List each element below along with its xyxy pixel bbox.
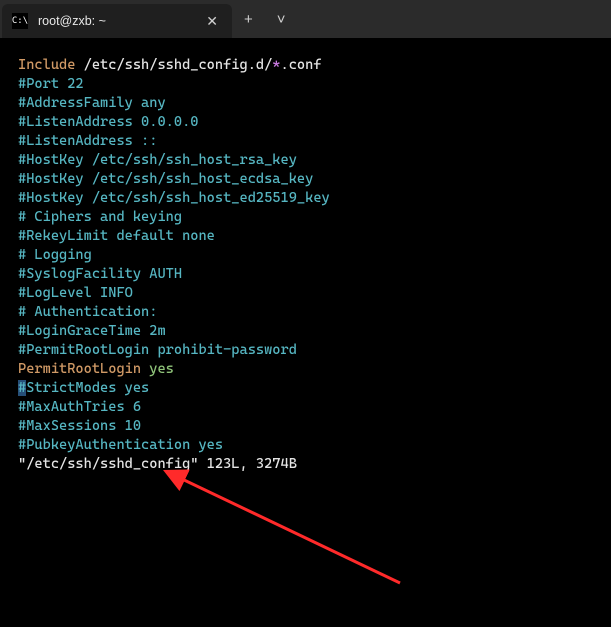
config-line: #HostKey /etc/ssh/ssh_host_ecdsa_key: [18, 170, 605, 189]
config-line: #ListenAddress ::: [18, 132, 605, 151]
config-line: #LoginGraceTime 2m: [18, 322, 605, 341]
config-line: #PermitRootLogin prohibit-password: [18, 341, 605, 360]
tab-dropdown-button[interactable]: ˅: [265, 10, 298, 29]
terminal-content[interactable]: Include /etc/ssh/sshd_config.d/*.conf #P…: [0, 38, 611, 627]
editor-status-line: "/etc/ssh/sshd_config" 123L, 3274B: [18, 455, 605, 474]
config-line: # Logging: [18, 246, 605, 265]
config-line: # Authentication:: [18, 303, 605, 322]
terminal-icon: C:\: [12, 13, 28, 29]
config-line: #StrictModes yes: [18, 379, 605, 398]
config-line: #ListenAddress 0.0.0.0: [18, 113, 605, 132]
config-line: #LogLevel INFO: [18, 284, 605, 303]
config-line: Include /etc/ssh/sshd_config.d/*.conf: [18, 56, 605, 75]
config-line: #RekeyLimit default none: [18, 227, 605, 246]
window-titlebar: C:\ root@zxb: ~ ✕ + ˅: [0, 0, 611, 38]
config-line-permitrootlogin: PermitRootLogin yes: [18, 360, 605, 379]
tab-title: root@zxb: ~: [38, 12, 192, 31]
terminal-tab[interactable]: C:\ root@zxb: ~ ✕: [2, 4, 232, 38]
config-line: #AddressFamily any: [18, 94, 605, 113]
config-line: #HostKey /etc/ssh/ssh_host_rsa_key: [18, 151, 605, 170]
config-line: # Ciphers and keying: [18, 208, 605, 227]
config-line: #MaxSessions 10: [18, 417, 605, 436]
config-line: #SyslogFacility AUTH: [18, 265, 605, 284]
config-line: #MaxAuthTries 6: [18, 398, 605, 417]
config-line: #PubkeyAuthentication yes: [18, 436, 605, 455]
new-tab-button[interactable]: +: [232, 10, 265, 29]
config-line: #HostKey /etc/ssh/ssh_host_ed25519_key: [18, 189, 605, 208]
config-line: #Port 22: [18, 75, 605, 94]
tab-close-button[interactable]: ✕: [202, 12, 222, 31]
